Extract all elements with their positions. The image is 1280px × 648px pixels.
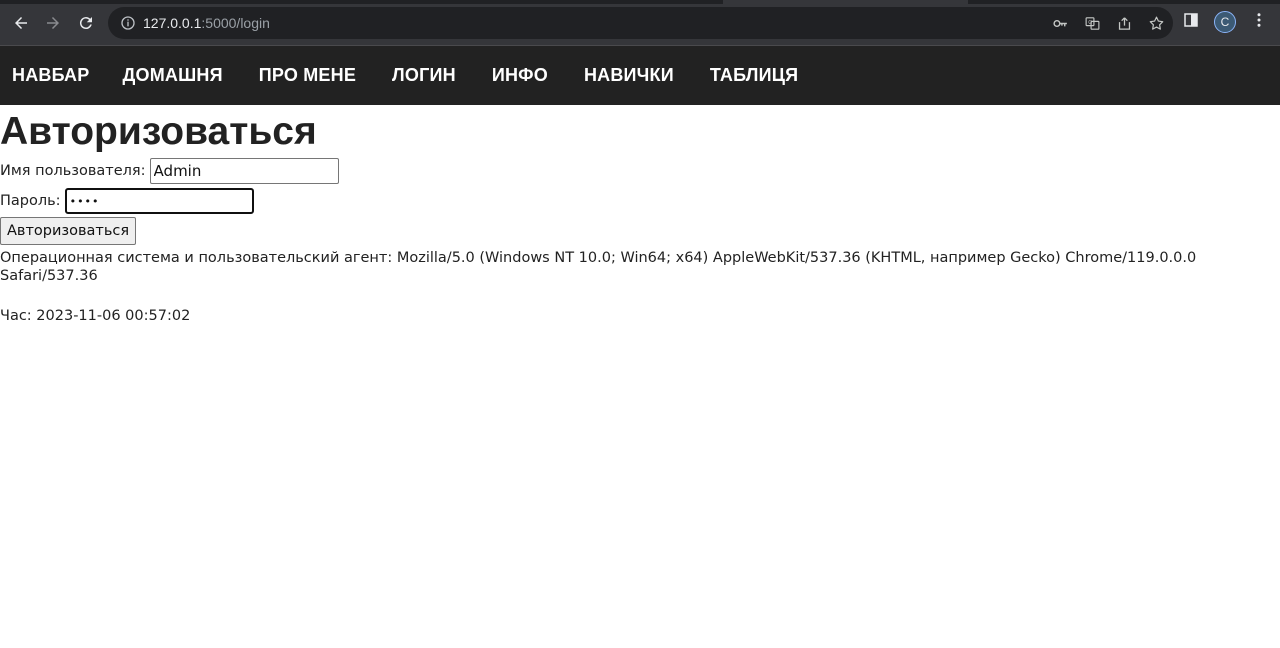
reload-button[interactable]	[74, 11, 98, 35]
navbar-brand[interactable]: НАВБАР	[12, 65, 89, 86]
username-input[interactable]	[149, 158, 339, 184]
page-content: Авторизоваться Имя пользователя: Пароль:…	[0, 108, 1280, 325]
star-icon[interactable]	[1147, 14, 1165, 32]
arrow-right-icon	[47, 17, 59, 29]
forward-button[interactable]	[41, 11, 65, 35]
url-host: 127.0.0.1	[143, 15, 202, 31]
nav-item-table[interactable]: ТАБЛИЦЯ	[710, 65, 798, 86]
share-icon[interactable]	[1115, 14, 1133, 32]
key-icon[interactable]	[1051, 14, 1069, 32]
address-bar[interactable]: 127.0.0.1:5000/login G	[108, 7, 1173, 39]
url-path: :5000/login	[201, 15, 270, 31]
side-panel-icon[interactable]	[1182, 11, 1200, 33]
back-button[interactable]	[9, 11, 33, 35]
translate-icon[interactable]: G	[1083, 14, 1101, 32]
time-text: Час: 2023-11-06 00:57:02	[0, 308, 191, 324]
profile-avatar[interactable]: C	[1214, 11, 1236, 33]
arrow-left-icon	[15, 17, 27, 29]
user-agent-text: Операционная система и пользовательский …	[0, 250, 1197, 284]
browser-toolbar: 127.0.0.1:5000/login G C	[0, 0, 1280, 46]
svg-text:G: G	[1088, 20, 1092, 26]
reload-icon	[79, 17, 92, 30]
password-label: Пароль:	[0, 193, 61, 209]
nav-item-skills[interactable]: НАВИЧКИ	[584, 65, 674, 86]
kebab-menu-icon[interactable]	[1250, 11, 1268, 33]
password-input[interactable]	[64, 188, 254, 214]
nav-item-info[interactable]: ИНФО	[492, 65, 548, 86]
url-text: 127.0.0.1:5000/login	[143, 15, 270, 31]
tab-strip	[0, 0, 1280, 4]
site-navbar: НАВБАР ДОМАШНЯ ПРО МЕНЕ ЛОГИН ИНФО НАВИЧ…	[0, 46, 1280, 105]
active-tab[interactable]	[723, 0, 968, 4]
login-submit-button[interactable]: Авторизоваться	[0, 217, 137, 245]
nav-item-login[interactable]: ЛОГИН	[392, 65, 456, 86]
info-icon[interactable]	[120, 15, 136, 31]
page-title: Авторизоваться	[0, 110, 317, 153]
username-row: Имя пользователя:	[0, 156, 1280, 186]
password-row: Пароль:	[0, 186, 1280, 216]
nav-item-about[interactable]: ПРО МЕНЕ	[259, 65, 356, 86]
username-label: Имя пользователя:	[0, 163, 146, 179]
nav-item-home[interactable]: ДОМАШНЯ	[122, 65, 222, 86]
